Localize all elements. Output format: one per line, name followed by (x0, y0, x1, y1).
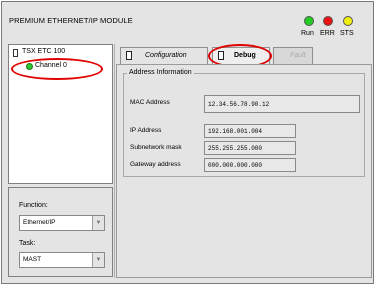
document-icon (218, 51, 224, 60)
address-info-title: Address Information (127, 69, 194, 76)
debug-panel: Address Information MAC Address 12.34.56… (116, 64, 372, 278)
err-led-label: ERR (320, 30, 335, 37)
chevron-down-icon[interactable]: ▼ (92, 253, 104, 267)
channel-settings-panel: Function: Ethernet/IP ▼ Task: MAST ▼ (8, 187, 113, 277)
task-label: Task: (19, 240, 36, 247)
run-led-icon (304, 16, 314, 26)
mac-address-label: MAC Address (130, 99, 170, 106)
module-icon (13, 49, 18, 57)
task-select[interactable]: MAST ▼ (19, 252, 105, 268)
gateway-address-label: Gateway address (130, 161, 181, 168)
sts-led-label: STS (340, 30, 354, 37)
gateway-address-field: 000.000.000.000 (204, 158, 296, 172)
tab-debug-label: Debug (234, 52, 256, 59)
function-value: Ethernet/IP (23, 219, 56, 226)
tab-debug[interactable]: Debug (212, 47, 270, 64)
tab-configuration-label: Configuration (145, 52, 187, 59)
function-select[interactable]: Ethernet/IP ▼ (19, 215, 105, 231)
panel-divider (114, 44, 115, 278)
module-tree: TSX ETC 100 Channel 0 (8, 44, 113, 184)
document-icon (126, 51, 132, 60)
tree-child-label: Channel 0 (35, 62, 67, 69)
tab-fault-label: Fault (290, 52, 306, 59)
run-led-label: Run (301, 30, 314, 37)
tab-configuration[interactable]: Configuration (120, 47, 208, 64)
ip-address-field: 192.168.001.004 (204, 124, 296, 138)
task-value: MAST (23, 256, 42, 263)
module-title: PREMIUM ETHERNET/IP MODULE (9, 16, 133, 25)
subnet-mask-label: Subnetwork mask (130, 144, 182, 151)
tab-fault[interactable]: Fault (273, 47, 313, 64)
subnet-mask-field: 255.255.255.000 (204, 141, 296, 155)
ip-address-label: IP Address (130, 127, 162, 134)
address-info-group: Address Information MAC Address 12.34.56… (123, 69, 365, 177)
err-led-icon (323, 16, 333, 26)
module-window: PREMIUM ETHERNET/IP MODULE Run ERR STS T… (1, 1, 374, 284)
mac-address-field: 12.34.56.78.90.12 (204, 95, 360, 113)
tree-root-label: TSX ETC 100 (22, 48, 66, 55)
function-label: Function: (19, 202, 48, 209)
chevron-down-icon[interactable]: ▼ (92, 216, 104, 230)
sts-led-icon (343, 16, 353, 26)
channel-status-icon (26, 63, 33, 70)
tree-item-channel-0[interactable]: Channel 0 (26, 62, 67, 70)
